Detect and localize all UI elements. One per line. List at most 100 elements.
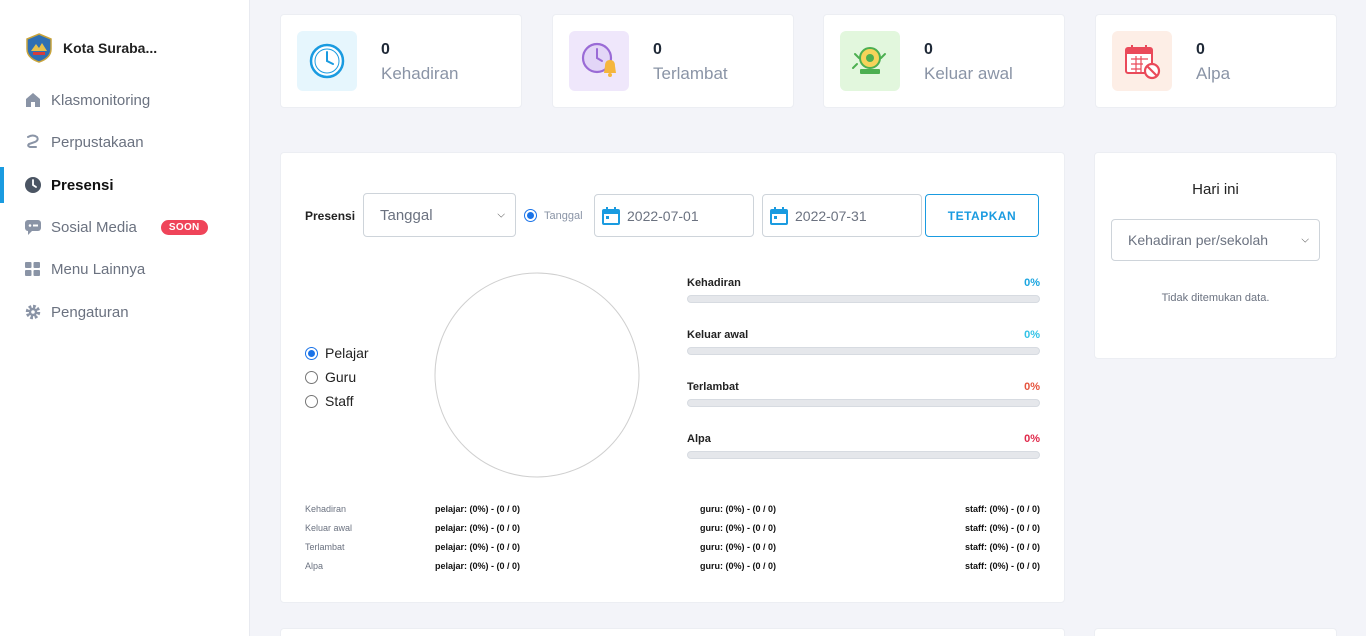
tanggal-radio-label: Tanggal — [544, 209, 583, 222]
role-label: Guru — [325, 369, 357, 385]
empty-state-text: Tidak ditemukan data. — [1161, 292, 1270, 304]
role-label: Pelajar — [325, 345, 369, 361]
date-to-value: 2022-07-31 — [795, 207, 867, 224]
stat-value: 0 — [381, 41, 390, 58]
brand-name: Kota Suraba... — [63, 40, 158, 56]
apply-button[interactable]: TETAPKAN — [925, 194, 1039, 237]
bar-alpa: Alpa 0% — [687, 433, 1040, 459]
bar-keluar-awal: Keluar awal 0% — [687, 329, 1040, 355]
bell-icon — [840, 31, 900, 91]
chat-icon — [24, 218, 42, 236]
summary-pelajar: pelajar: (0%) - (0 / 0) — [435, 523, 521, 533]
stat-label: Kehadiran — [381, 64, 459, 83]
brand[interactable]: Kota Suraba... — [24, 33, 157, 63]
bar-label: Alpa — [687, 433, 711, 445]
stat-card-keluar-awal: 0 Keluar awal — [823, 14, 1065, 108]
sidebar-item-label: Sosial Media — [51, 218, 137, 236]
calendar-icon — [602, 206, 620, 225]
today-metric-select[interactable]: Kehadiran per/sekolah ⌵ — [1111, 219, 1320, 261]
role-option-pelajar[interactable]: Pelajar — [305, 345, 369, 361]
stat-label: Terlambat — [653, 64, 728, 83]
summary-pelajar: pelajar: (0%) - (0 / 0) — [435, 561, 521, 571]
summary-guru: guru: (0%) - (0 / 0) — [700, 523, 776, 533]
stat-value: 0 — [924, 41, 933, 58]
summary-staff: staff: (0%) - (0 / 0) — [964, 504, 1040, 514]
period-select-value: Tanggal — [380, 206, 433, 224]
date-from-value: 2022-07-01 — [627, 207, 699, 224]
clock-icon — [24, 176, 42, 194]
stat-value: 0 — [653, 41, 662, 58]
sidebar-item-sosial-media[interactable]: Sosial Media SOON — [0, 209, 250, 245]
summary-guru: guru: (0%) - (0 / 0) — [700, 561, 776, 571]
summary-label: Keluar awal — [305, 523, 353, 533]
soon-badge: SOON — [160, 219, 208, 235]
sidebar-item-perpustakaan[interactable]: Perpustakaan — [0, 124, 250, 160]
pelajar-radio[interactable] — [305, 346, 318, 360]
summary-row-alpa: Alpa pelajar: (0%) - (0 / 0) guru: (0%) … — [305, 561, 1040, 575]
city-emblem-logo — [26, 33, 52, 63]
summary-label: Kehadiran — [305, 504, 347, 514]
bottom-card — [1094, 628, 1337, 636]
progress-track — [687, 295, 1040, 303]
summary-guru: guru: (0%) - (0 / 0) — [700, 504, 776, 514]
today-select-value: Kehadiran per/sekolah — [1128, 232, 1269, 248]
role-option-guru[interactable]: Guru — [305, 369, 356, 385]
progress-track — [687, 347, 1040, 355]
summary-label: Terlambat — [305, 542, 345, 552]
sidebar-item-klasmonitoring[interactable]: Klasmonitoring — [0, 82, 250, 118]
summary-staff: staff: (0%) - (0 / 0) — [964, 561, 1040, 571]
sidebar-item-presensi[interactable]: Presensi — [0, 167, 250, 203]
bar-label: Terlambat — [687, 381, 739, 393]
presensi-label: Presensi — [305, 209, 356, 223]
chevron-down-icon: ⌵ — [497, 209, 505, 221]
calendar-cancel-icon — [1112, 31, 1172, 91]
summary-row-terlambat: Terlambat pelajar: (0%) - (0 / 0) guru: … — [305, 542, 1040, 556]
tanggal-radio-option[interactable]: Tanggal — [524, 209, 583, 222]
date-from-field[interactable]: 2022-07-01 — [594, 194, 754, 237]
sidebar-item-label: Klasmonitoring — [51, 91, 151, 109]
bar-percent: 0% — [1024, 329, 1040, 341]
gear-icon — [24, 303, 42, 321]
sidebar-item-label: Presensi — [51, 176, 114, 194]
bottom-card — [280, 628, 1065, 636]
stat-value: 0 — [1196, 41, 1205, 58]
sidebar: Kota Suraba... Klasmonitoring Perpustaka… — [0, 0, 250, 636]
tanggal-radio[interactable] — [524, 209, 537, 222]
progress-track — [687, 399, 1040, 407]
bar-kehadiran: Kehadiran 0% — [687, 277, 1040, 303]
guru-radio[interactable] — [305, 370, 318, 384]
summary-staff: staff: (0%) - (0 / 0) — [964, 542, 1040, 552]
role-label: Staff — [325, 393, 354, 409]
summary-guru: guru: (0%) - (0 / 0) — [700, 542, 776, 552]
sidebar-item-label: Menu Lainnya — [51, 260, 146, 278]
chevron-down-icon: ⌵ — [1301, 234, 1309, 246]
summary-pelajar: pelajar: (0%) - (0 / 0) — [435, 504, 521, 514]
summary-row-kehadiran: Kehadiran pelajar: (0%) - (0 / 0) guru: … — [305, 504, 1040, 518]
stat-label: Keluar awal — [924, 64, 1013, 83]
summary-row-keluar-awal: Keluar awal pelajar: (0%) - (0 / 0) guru… — [305, 523, 1040, 537]
stat-card-kehadiran: 0 Kehadiran — [280, 14, 522, 108]
date-to-field[interactable]: 2022-07-31 — [762, 194, 922, 237]
sidebar-item-label: Perpustakaan — [51, 133, 144, 151]
role-option-staff[interactable]: Staff — [305, 393, 354, 409]
library-icon — [24, 133, 42, 151]
bar-label: Keluar awal — [687, 329, 749, 341]
sidebar-item-pengaturan[interactable]: Pengaturan — [0, 294, 250, 330]
bar-percent: 0% — [1024, 277, 1040, 289]
stat-card-terlambat: 0 Terlambat — [552, 14, 794, 108]
today-panel: Hari ini Kehadiran per/sekolah ⌵ Tidak d… — [1094, 152, 1337, 359]
period-select[interactable]: Tanggal ⌵ — [363, 193, 516, 237]
bar-percent: 0% — [1024, 433, 1040, 445]
alarm-clock-icon — [569, 31, 629, 91]
progress-track — [687, 451, 1040, 459]
summary-label: Alpa — [305, 561, 324, 571]
calendar-icon — [770, 206, 788, 225]
staff-radio[interactable] — [305, 394, 318, 408]
stat-label: Alpa — [1196, 64, 1231, 83]
summary-staff: staff: (0%) - (0 / 0) — [964, 523, 1040, 533]
bar-percent: 0% — [1024, 381, 1040, 393]
sidebar-item-menu-lainnya[interactable]: Menu Lainnya — [0, 251, 250, 287]
stat-card-alpa: 0 Alpa — [1095, 14, 1337, 108]
bar-terlambat: Terlambat 0% — [687, 381, 1040, 407]
summary-pelajar: pelajar: (0%) - (0 / 0) — [435, 542, 521, 552]
